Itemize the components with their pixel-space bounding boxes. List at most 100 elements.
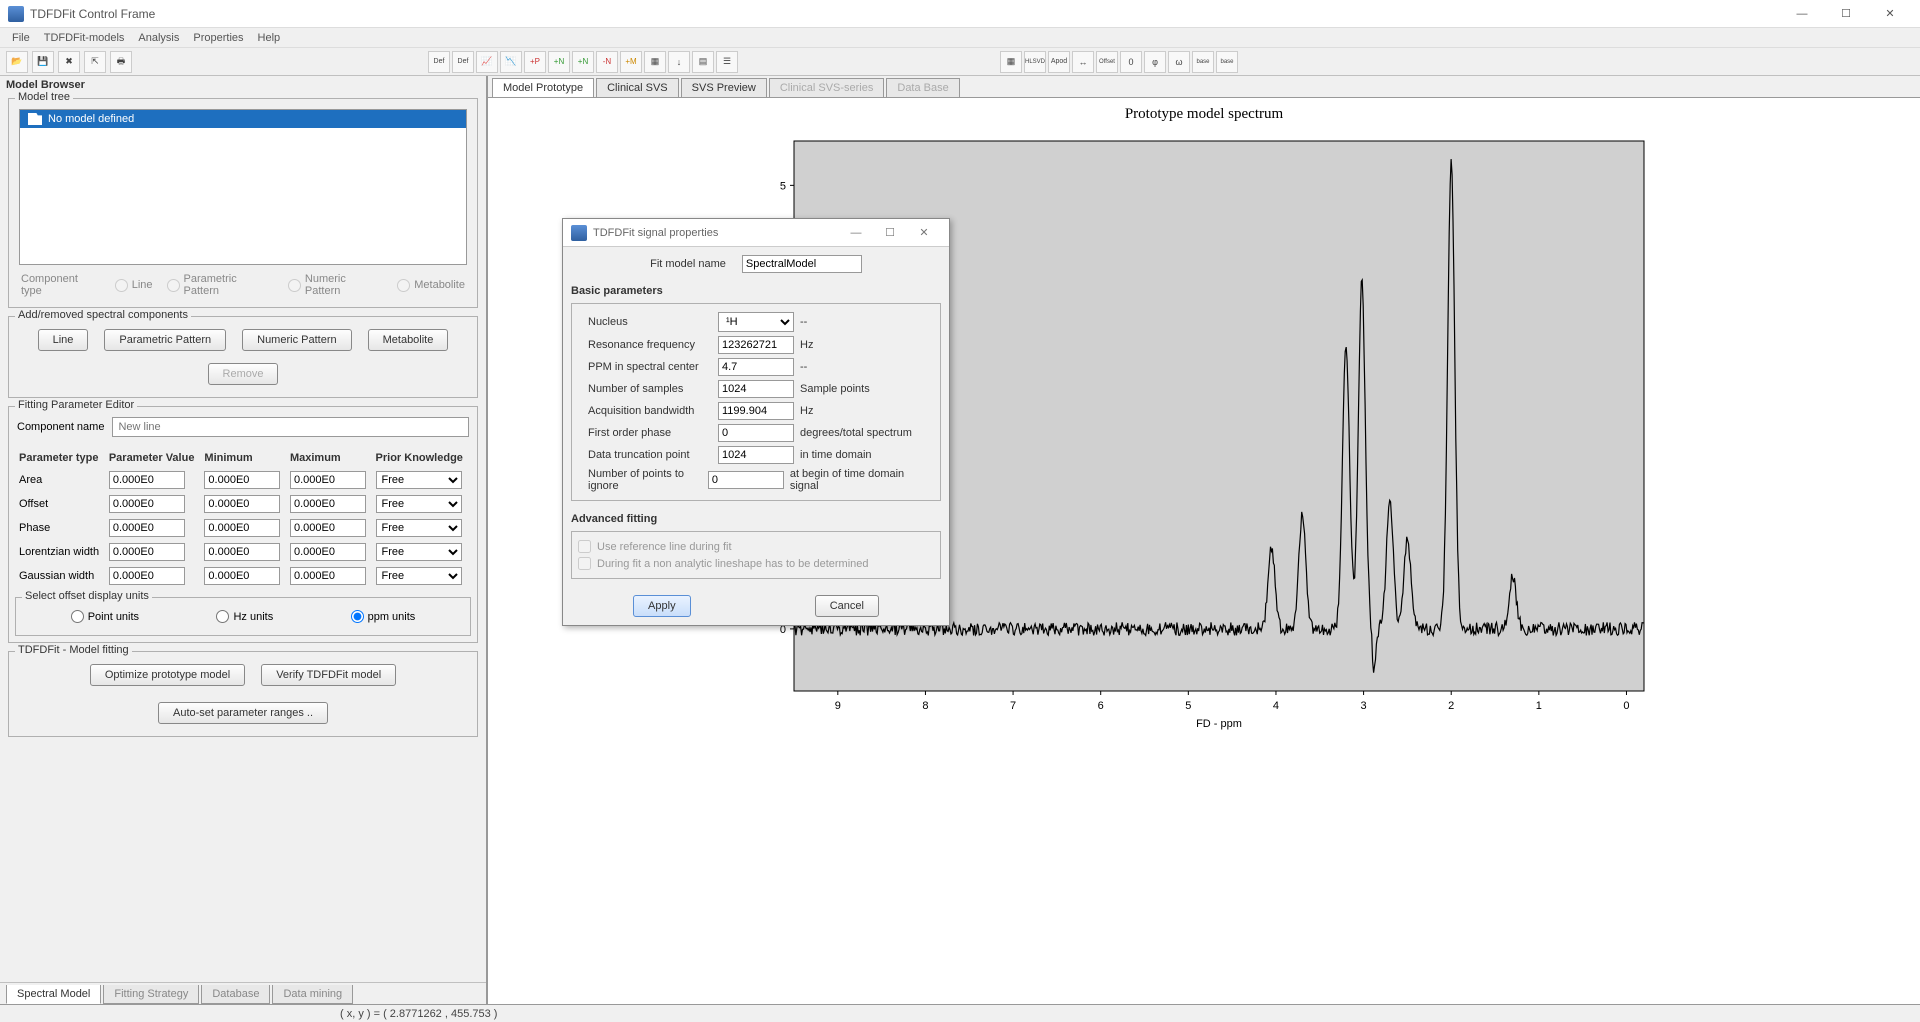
toolbar-plot1-icon[interactable]: 📈 bbox=[476, 51, 498, 73]
param-min-input[interactable] bbox=[204, 495, 280, 513]
radio-hz-units[interactable]: Hz units bbox=[216, 610, 273, 623]
param-min-input[interactable] bbox=[204, 543, 280, 561]
param-min-input[interactable] bbox=[204, 567, 280, 585]
remove-button[interactable]: Remove bbox=[208, 363, 279, 385]
param-value-input[interactable] bbox=[109, 495, 185, 513]
tab-clinical-svs-series[interactable]: Clinical SVS-series bbox=[769, 78, 885, 97]
toolbar-shift-icon[interactable]: ↔ bbox=[1072, 51, 1094, 73]
add-parametric-button[interactable]: Parametric Pattern bbox=[104, 329, 226, 351]
dialog-field-input[interactable] bbox=[718, 446, 794, 464]
param-value-input[interactable] bbox=[109, 543, 185, 561]
toolbar-list-icon[interactable]: ☰ bbox=[716, 51, 738, 73]
menu-analysis[interactable]: Analysis bbox=[132, 30, 185, 46]
optimize-button[interactable]: Optimize prototype model bbox=[90, 664, 245, 686]
toolbar-table-icon[interactable]: ▤ bbox=[692, 51, 714, 73]
toolbar-print-icon[interactable]: 🖶 bbox=[110, 51, 132, 73]
tab-spectral-model[interactable]: Spectral Model bbox=[6, 985, 101, 1004]
toolbar-arrow-icon[interactable]: ↓ bbox=[668, 51, 690, 73]
apply-button[interactable]: Apply bbox=[633, 595, 691, 617]
param-prior-select[interactable]: Free bbox=[376, 519, 462, 537]
param-prior-select[interactable]: Free bbox=[376, 567, 462, 585]
radio-parametric[interactable]: Parametric Pattern bbox=[167, 273, 274, 297]
autoset-button[interactable]: Auto-set parameter ranges .. bbox=[158, 702, 328, 724]
toolbar-apod-icon[interactable]: Apod bbox=[1048, 51, 1070, 73]
param-value-input[interactable] bbox=[109, 519, 185, 537]
check-non-analytic[interactable]: During fit a non analytic lineshape has … bbox=[578, 555, 934, 572]
tab-data-base[interactable]: Data Base bbox=[886, 78, 959, 97]
toolbar-delete-icon[interactable]: ✖ bbox=[58, 51, 80, 73]
menu-models[interactable]: TDFDFit-models bbox=[38, 30, 131, 46]
param-min-input[interactable] bbox=[204, 471, 280, 489]
menu-help[interactable]: Help bbox=[252, 30, 287, 46]
add-line-button[interactable]: Line bbox=[38, 329, 89, 351]
param-max-input[interactable] bbox=[290, 519, 366, 537]
toolbar-save-icon[interactable]: 💾 bbox=[32, 51, 54, 73]
toolbar-phi-icon[interactable]: φ bbox=[1144, 51, 1166, 73]
param-min-input[interactable] bbox=[204, 519, 280, 537]
tab-fitting-strategy[interactable]: Fitting Strategy bbox=[103, 985, 199, 1004]
dialog-maximize-icon[interactable]: ☐ bbox=[873, 226, 907, 239]
toolbar-hlsvd-icon[interactable]: HLSVD bbox=[1024, 51, 1046, 73]
toolbar-export-icon[interactable]: ⇱ bbox=[84, 51, 106, 73]
toolbar-addp-icon[interactable]: +P bbox=[524, 51, 546, 73]
add-numeric-button[interactable]: Numeric Pattern bbox=[242, 329, 351, 351]
tab-svs-preview[interactable]: SVS Preview bbox=[681, 78, 767, 97]
param-value-input[interactable] bbox=[109, 471, 185, 489]
toolbar-omega-icon[interactable]: ω bbox=[1168, 51, 1190, 73]
toolbar-base2-icon[interactable]: base bbox=[1216, 51, 1238, 73]
toolbar-r1-icon[interactable]: ▦ bbox=[1000, 51, 1022, 73]
maximize-button[interactable]: ☐ bbox=[1824, 0, 1868, 28]
cancel-button[interactable]: Cancel bbox=[815, 595, 879, 617]
param-max-input[interactable] bbox=[290, 471, 366, 489]
dialog-field-input[interactable] bbox=[718, 380, 794, 398]
dialog-field-input[interactable] bbox=[718, 358, 794, 376]
dialog-close-icon[interactable]: ✕ bbox=[907, 226, 941, 239]
param-prior-select[interactable]: Free bbox=[376, 543, 462, 561]
radio-metabolite[interactable]: Metabolite bbox=[397, 279, 465, 292]
toolbar-addn1-icon[interactable]: +N bbox=[548, 51, 570, 73]
toolbar-addn2-icon[interactable]: +N bbox=[572, 51, 594, 73]
param-max-input[interactable] bbox=[290, 567, 366, 585]
toolbar-open-icon[interactable]: 📂 bbox=[6, 51, 28, 73]
dialog-titlebar[interactable]: TDFDFit signal properties — ☐ ✕ bbox=[563, 219, 949, 247]
tab-data-mining[interactable]: Data mining bbox=[272, 985, 353, 1004]
check-reference-line[interactable]: Use reference line during fit bbox=[578, 538, 934, 555]
param-value-input[interactable] bbox=[109, 567, 185, 585]
param-max-input[interactable] bbox=[290, 543, 366, 561]
dialog-minimize-icon[interactable]: — bbox=[839, 227, 873, 239]
tab-model-prototype[interactable]: Model Prototype bbox=[492, 78, 594, 97]
toolbar-addm-icon[interactable]: +M bbox=[620, 51, 642, 73]
param-prior-select[interactable]: Free bbox=[376, 495, 462, 513]
toolbar-define2-icon[interactable]: Def bbox=[452, 51, 474, 73]
tab-clinical-svs[interactable]: Clinical SVS bbox=[596, 78, 679, 97]
add-metabolite-button[interactable]: Metabolite bbox=[368, 329, 449, 351]
toolbar-base1-icon[interactable]: base bbox=[1192, 51, 1214, 73]
menu-properties[interactable]: Properties bbox=[187, 30, 249, 46]
menu-file[interactable]: File bbox=[6, 30, 36, 46]
tab-database[interactable]: Database bbox=[201, 985, 270, 1004]
radio-ppm-units[interactable]: ppm units bbox=[351, 610, 416, 623]
toolbar-offset-icon[interactable]: Offset bbox=[1096, 51, 1118, 73]
component-name-input[interactable] bbox=[112, 417, 469, 437]
radio-point-units[interactable]: Point units bbox=[71, 610, 139, 623]
model-tree[interactable]: No model defined bbox=[19, 109, 467, 265]
radio-numeric[interactable]: Numeric Pattern bbox=[288, 273, 383, 297]
dialog-field-select[interactable]: ¹H bbox=[718, 312, 794, 332]
close-button[interactable]: ✕ bbox=[1868, 0, 1912, 28]
param-max-input[interactable] bbox=[290, 495, 366, 513]
toolbar-subn-icon[interactable]: -N bbox=[596, 51, 618, 73]
dialog-field-input[interactable] bbox=[718, 336, 794, 354]
tree-item-no-model[interactable]: No model defined bbox=[20, 110, 466, 128]
param-prior-select[interactable]: Free bbox=[376, 471, 462, 489]
toolbar-zero-icon[interactable]: 0 bbox=[1120, 51, 1142, 73]
dialog-field-input[interactable] bbox=[718, 424, 794, 442]
dialog-field-input[interactable] bbox=[708, 471, 784, 489]
verify-button[interactable]: Verify TDFDFit model bbox=[261, 664, 396, 686]
radio-line[interactable]: Line bbox=[115, 279, 153, 292]
fit-model-name-input[interactable] bbox=[742, 255, 862, 273]
toolbar-plot2-icon[interactable]: 📉 bbox=[500, 51, 522, 73]
minimize-button[interactable]: — bbox=[1780, 0, 1824, 28]
toolbar-grid-icon[interactable]: ▦ bbox=[644, 51, 666, 73]
toolbar-define1-icon[interactable]: Def bbox=[428, 51, 450, 73]
dialog-field-input[interactable] bbox=[718, 402, 794, 420]
